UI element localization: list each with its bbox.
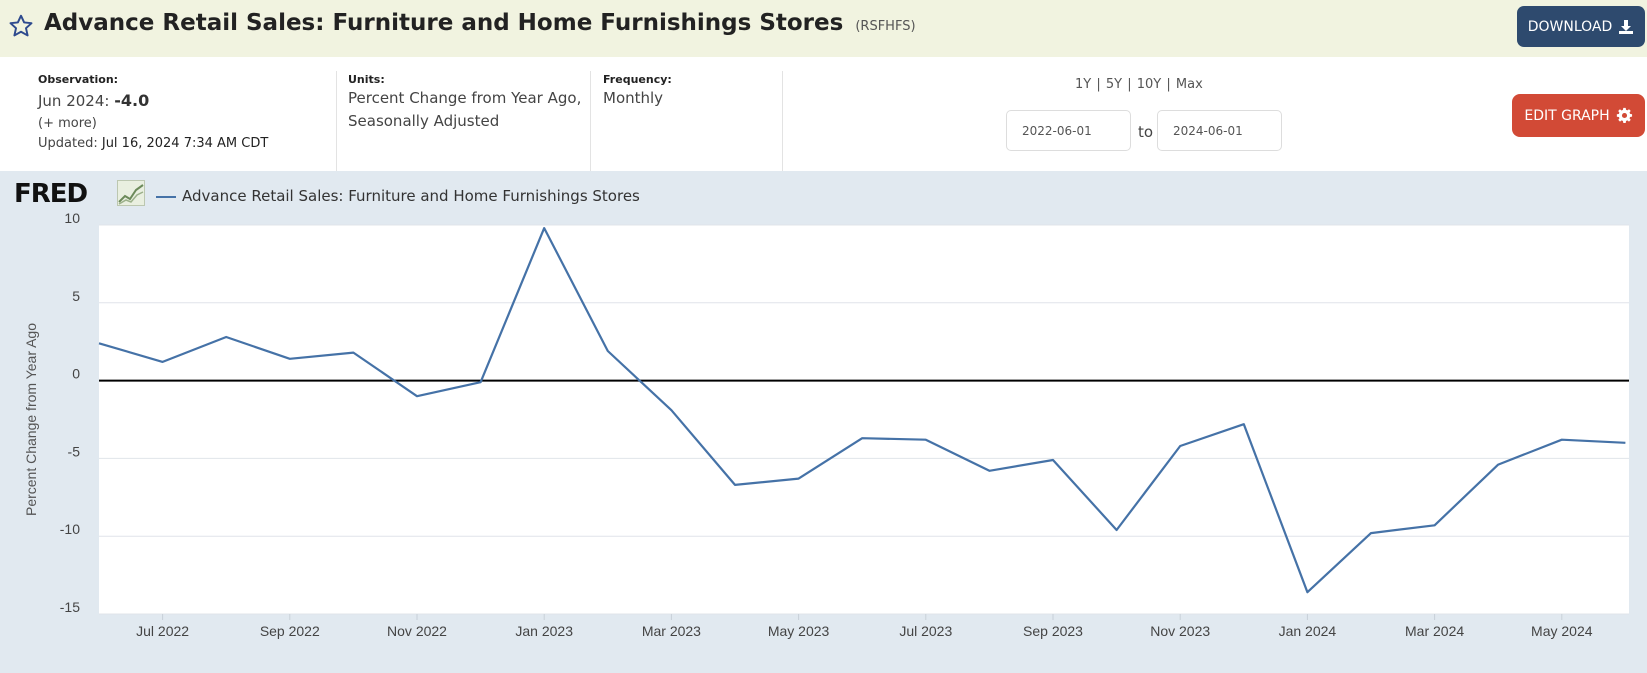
download-label: DOWNLOAD [1527, 18, 1613, 35]
download-button[interactable]: DOWNLOAD [1517, 6, 1645, 47]
edit-graph-label: EDIT GRAPH [1524, 107, 1610, 124]
x-tick-label: Sep 2023 [1023, 623, 1083, 639]
line-chart: 10 5 0 -5 -10 -15 Percent Change from Year Ago… [23, 210, 1629, 639]
observation-value: -4.0 [114, 91, 150, 110]
page-header: Advance Retail Sales: Furniture and Home… [0, 0, 1647, 57]
y-tick-label: 5 [72, 288, 80, 304]
range-1y[interactable]: 1Y [1075, 77, 1091, 92]
range-max[interactable]: Max [1176, 77, 1203, 92]
more-link[interactable]: (+ more) [38, 113, 268, 135]
series-title: Advance Retail Sales: Furniture and Home… [44, 10, 844, 36]
y-tick-label: -15 [60, 599, 80, 615]
series-meta: Observation: Jun 2024: -4.0 (+ more) Upd… [0, 57, 1647, 173]
observation-block: Observation: Jun 2024: -4.0 (+ more) Upd… [38, 73, 268, 151]
frequency-value: Monthly [603, 89, 664, 107]
range-10y[interactable]: 10Y [1137, 77, 1161, 92]
to-label: to [1138, 123, 1154, 141]
gear-icon [1616, 107, 1632, 123]
edit-graph-button[interactable]: EDIT GRAPH [1512, 94, 1645, 137]
series-id: (RSFHFS) [855, 19, 916, 34]
divider [782, 71, 783, 171]
units-block: Units: Percent Change from Year Ago, Sea… [348, 73, 581, 133]
x-tick-label: Mar 2023 [642, 623, 701, 639]
chart-panel: FRED Advance Retail Sales: Furniture and… [0, 171, 1647, 673]
x-tick-label: Nov 2022 [387, 623, 447, 639]
x-tick-label: Jul 2022 [136, 623, 189, 639]
updated-value: Jul 16, 2024 7:34 AM CDT [101, 136, 269, 151]
end-date-input[interactable]: 2024-06-01 [1157, 110, 1282, 151]
units-label: Units: [348, 73, 385, 86]
frequency-label: Frequency: [603, 73, 672, 86]
updated-label: Updated: [38, 136, 98, 151]
download-icon [1619, 19, 1634, 34]
y-axis-title: Percent Change from Year Ago [23, 323, 39, 516]
range-selector: 1Y | 5Y | 10Y | Max [1075, 77, 1203, 92]
star-icon[interactable] [8, 13, 34, 39]
y-tick-label: -5 [68, 443, 81, 459]
units-line-1: Percent Change from Year Ago, [348, 89, 582, 107]
x-tick-label: Jul 2023 [899, 623, 952, 639]
frequency-block: Frequency: Monthly [603, 73, 672, 110]
x-tick-label: Jan 2024 [1279, 623, 1337, 639]
y-tick-label: -10 [60, 521, 80, 537]
range-5y[interactable]: 5Y [1106, 77, 1122, 92]
x-tick-label: Sep 2022 [260, 623, 320, 639]
observation-label: Observation: [38, 73, 119, 86]
page-title: Advance Retail Sales: Furniture and Home… [44, 10, 916, 36]
x-tick-label: Nov 2023 [1150, 623, 1210, 639]
start-date-input[interactable]: 2022-06-01 [1006, 110, 1131, 151]
x-tick-label: Mar 2024 [1405, 623, 1464, 639]
plot-area [99, 225, 1629, 614]
observation-date: Jun 2024: [38, 92, 110, 110]
divider [336, 71, 337, 171]
y-tick-label: 0 [72, 366, 80, 382]
units-line-2: Seasonally Adjusted [348, 112, 500, 130]
y-tick-label: 10 [64, 210, 80, 226]
x-tick-label: May 2023 [768, 623, 830, 639]
divider [590, 71, 591, 171]
x-tick-label: Jan 2023 [515, 623, 573, 639]
x-tick-label: May 2024 [1531, 623, 1593, 639]
